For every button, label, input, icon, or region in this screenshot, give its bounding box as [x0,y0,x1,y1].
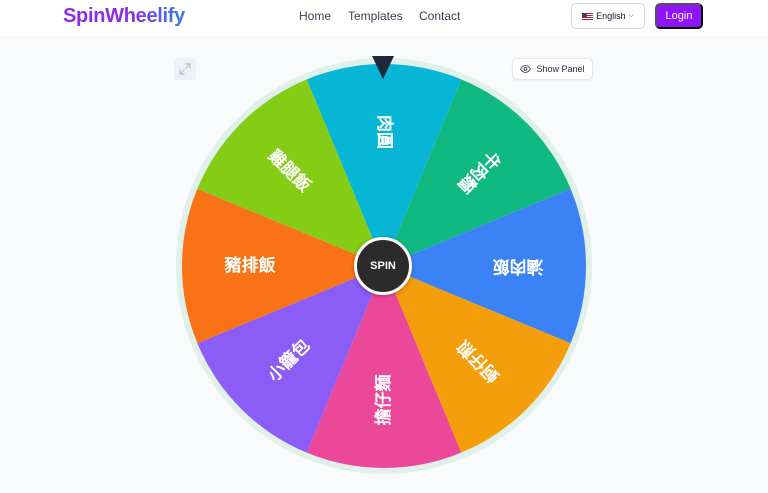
login-button[interactable]: Login [655,3,703,29]
nav-templates[interactable]: Templates [348,9,403,23]
wheel-segment-label: 滷肉飯 [493,256,544,277]
spin-button[interactable]: SPIN [354,237,412,295]
wheel-segment-label: 擔仔麵 [373,375,394,426]
wheel-pointer-icon [372,56,394,79]
chevron-down-icon: ⌵ [628,12,634,19]
wheel-segment-label: 豬排飯 [224,255,276,276]
top-nav-bar: SpinWheelify Home Templates Contact Engl… [0,0,768,36]
nav-home[interactable]: Home [299,9,331,23]
logo[interactable]: SpinWheelify [63,5,185,28]
language-selector[interactable]: English ⌵ [571,3,645,29]
wheel-segment-label: 肉圓 [374,115,395,149]
language-label: English [596,11,626,21]
nav-contact[interactable]: Contact [419,9,460,23]
us-flag-icon [582,12,594,20]
